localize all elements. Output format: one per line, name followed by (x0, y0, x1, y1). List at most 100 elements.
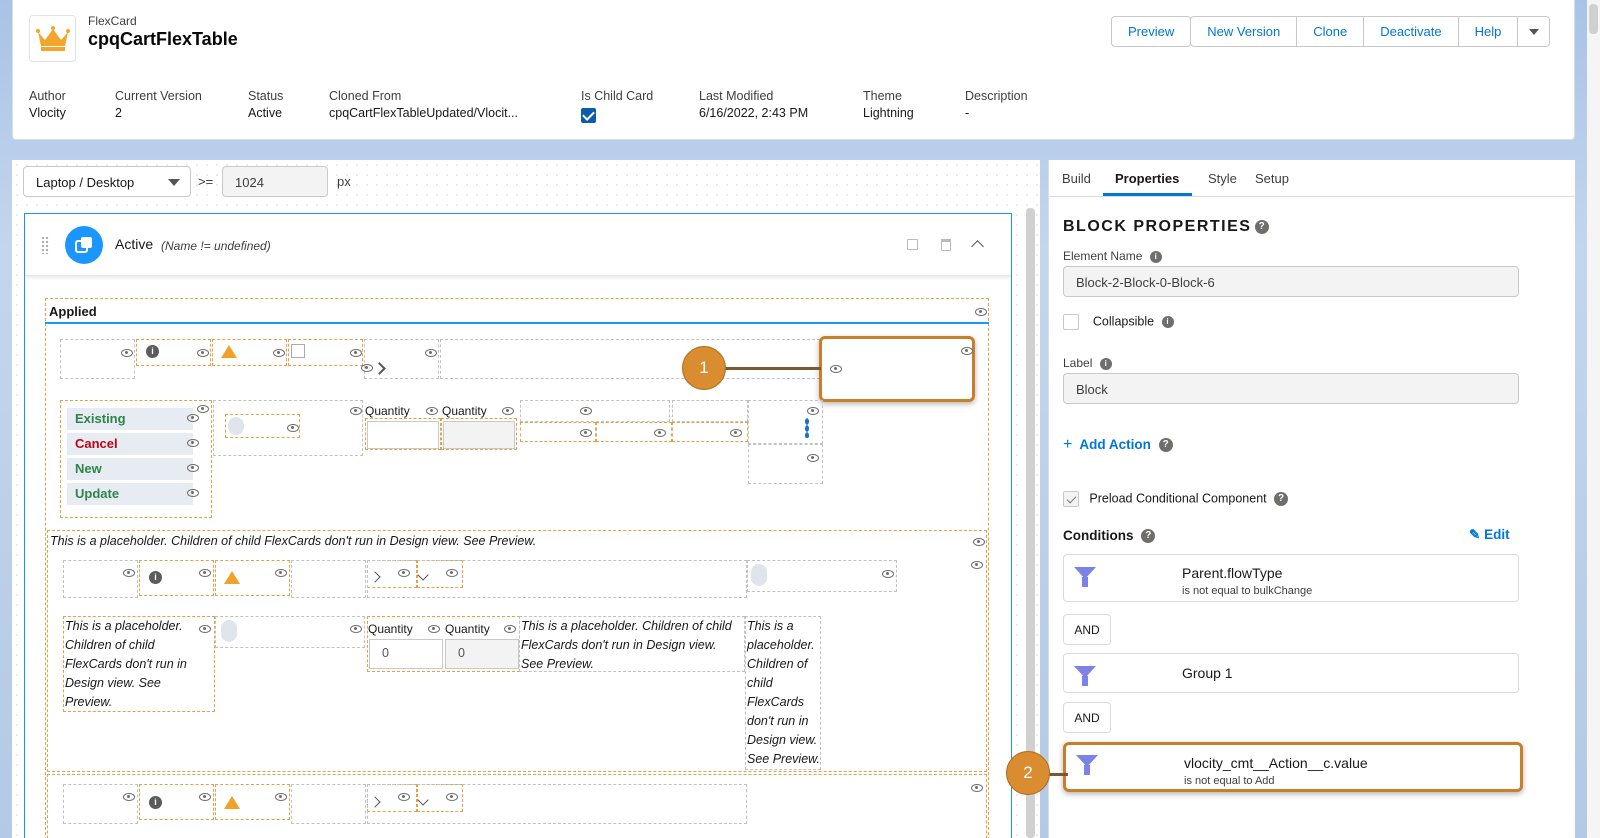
new-version-button[interactable]: New Version (1190, 16, 1298, 47)
action-update[interactable]: Update (67, 483, 193, 505)
copy-icon[interactable] (907, 239, 918, 250)
eye-icon[interactable] (426, 407, 438, 415)
eye-icon[interactable] (199, 569, 211, 577)
collapsible-checkbox[interactable] (1063, 314, 1079, 330)
help-icon[interactable]: ? (1274, 492, 1289, 506)
eye-icon[interactable] (580, 429, 592, 437)
eye-icon[interactable] (580, 407, 592, 415)
checkbox[interactable] (291, 344, 305, 358)
block[interactable] (748, 444, 823, 484)
block[interactable] (291, 560, 366, 598)
eye-icon[interactable] (121, 349, 133, 357)
delete-icon[interactable] (941, 239, 951, 251)
pencil-icon: ✎ (1469, 527, 1481, 542)
eye-icon[interactable] (975, 308, 987, 316)
block[interactable] (215, 616, 365, 648)
action-new[interactable]: New (67, 458, 193, 480)
eye-icon[interactable] (425, 349, 437, 357)
eye-icon[interactable] (730, 429, 742, 437)
device-select[interactable]: Laptop / Desktop (23, 166, 191, 197)
window-scrollbar[interactable] (1587, 0, 1600, 838)
eye-icon[interactable] (971, 784, 983, 792)
and-operator[interactable]: AND (1063, 614, 1111, 645)
eye-icon[interactable] (199, 625, 211, 633)
eye-icon[interactable] (123, 569, 135, 577)
tab-properties[interactable]: Properties (1115, 171, 1179, 186)
block[interactable] (63, 560, 138, 598)
toggle[interactable] (228, 417, 244, 435)
eye-icon[interactable] (187, 439, 199, 447)
tab-build[interactable]: Build (1062, 171, 1091, 186)
action-existing[interactable]: Existing (67, 408, 193, 430)
eye-icon[interactable] (187, 489, 199, 497)
block[interactable] (520, 400, 670, 422)
width-input[interactable]: 1024 (222, 166, 328, 197)
scrollbar-thumb[interactable] (1589, 4, 1598, 34)
eye-icon[interactable] (350, 349, 362, 357)
quantity-group-block[interactable] (367, 616, 520, 672)
preview-button[interactable]: Preview (1111, 16, 1192, 47)
eye-icon[interactable] (197, 349, 209, 357)
eye-icon[interactable] (361, 364, 373, 372)
eye-icon[interactable] (275, 569, 287, 577)
block[interactable] (367, 560, 747, 598)
eye-icon[interactable] (882, 570, 894, 578)
help-icon[interactable]: ? (1141, 529, 1156, 544)
tab-style[interactable]: Style (1208, 171, 1237, 186)
eye-icon[interactable] (654, 429, 666, 437)
toggle[interactable] (751, 564, 767, 586)
eye-icon[interactable] (350, 625, 362, 633)
canvas-scrollbar[interactable] (1026, 208, 1035, 838)
drag-handle-icon[interactable] (41, 236, 49, 254)
action-cancel[interactable]: Cancel (67, 433, 193, 455)
eye-icon[interactable] (971, 561, 983, 569)
eye-icon[interactable] (287, 424, 299, 432)
deactivate-button[interactable]: Deactivate (1363, 16, 1459, 47)
eye-icon[interactable] (830, 365, 842, 373)
eye-icon[interactable] (502, 407, 514, 415)
tab-setup[interactable]: Setup (1255, 171, 1289, 186)
block[interactable] (60, 339, 135, 379)
vertical-dots-icon[interactable] (805, 418, 809, 438)
info-icon[interactable]: i (1099, 357, 1112, 370)
help-icon[interactable]: ? (1158, 438, 1173, 453)
eye-icon[interactable] (973, 538, 985, 546)
block[interactable] (291, 784, 366, 824)
eye-icon[interactable] (273, 349, 285, 357)
help-button[interactable]: Help (1457, 16, 1519, 47)
eye-icon[interactable] (197, 405, 209, 413)
clone-button[interactable]: Clone (1296, 16, 1365, 47)
eye-icon[interactable] (187, 414, 199, 422)
state-container[interactable]: Active (Name != undefined) Applied i 1 E… (24, 213, 1012, 838)
info-icon[interactable]: i (1161, 316, 1174, 328)
eye-icon[interactable] (961, 347, 973, 355)
block[interactable] (63, 784, 138, 824)
condition-row-highlighted[interactable]: vlocity_cmt__Action__c.value is not equa… (1063, 742, 1523, 792)
condition-row[interactable]: Parent.flowType is not equal to bulkChan… (1063, 554, 1519, 602)
more-actions-button[interactable] (1517, 16, 1551, 47)
preload-checkbox[interactable] (1063, 491, 1079, 507)
block[interactable] (367, 784, 747, 824)
condition-group-row[interactable]: Group 1 (1063, 653, 1519, 693)
block[interactable] (747, 560, 897, 592)
collapse-icon[interactable] (971, 240, 984, 253)
element-name-input[interactable]: Block-2-Block-0-Block-6 (1063, 266, 1519, 297)
eye-icon[interactable] (187, 464, 199, 472)
eye-icon[interactable] (199, 793, 211, 801)
label-input[interactable]: Block (1063, 373, 1519, 404)
eye-icon[interactable] (123, 793, 135, 801)
toggle[interactable] (221, 620, 237, 642)
block[interactable] (440, 339, 820, 379)
help-icon[interactable]: ? (1255, 219, 1270, 234)
info-icon[interactable]: i (1149, 250, 1162, 263)
and-operator[interactable]: AND (1063, 702, 1111, 733)
eye-icon[interactable] (350, 407, 362, 415)
eye-icon[interactable] (275, 793, 287, 801)
block[interactable] (672, 400, 748, 422)
edit-conditions-link[interactable]: ✎ Edit (1469, 527, 1510, 543)
eye-icon[interactable] (807, 407, 819, 415)
eye-icon[interactable] (807, 454, 819, 462)
block[interactable] (364, 339, 439, 379)
add-action-link[interactable]: + Add Action ? (1063, 436, 1173, 454)
quantity-input[interactable] (367, 421, 439, 449)
